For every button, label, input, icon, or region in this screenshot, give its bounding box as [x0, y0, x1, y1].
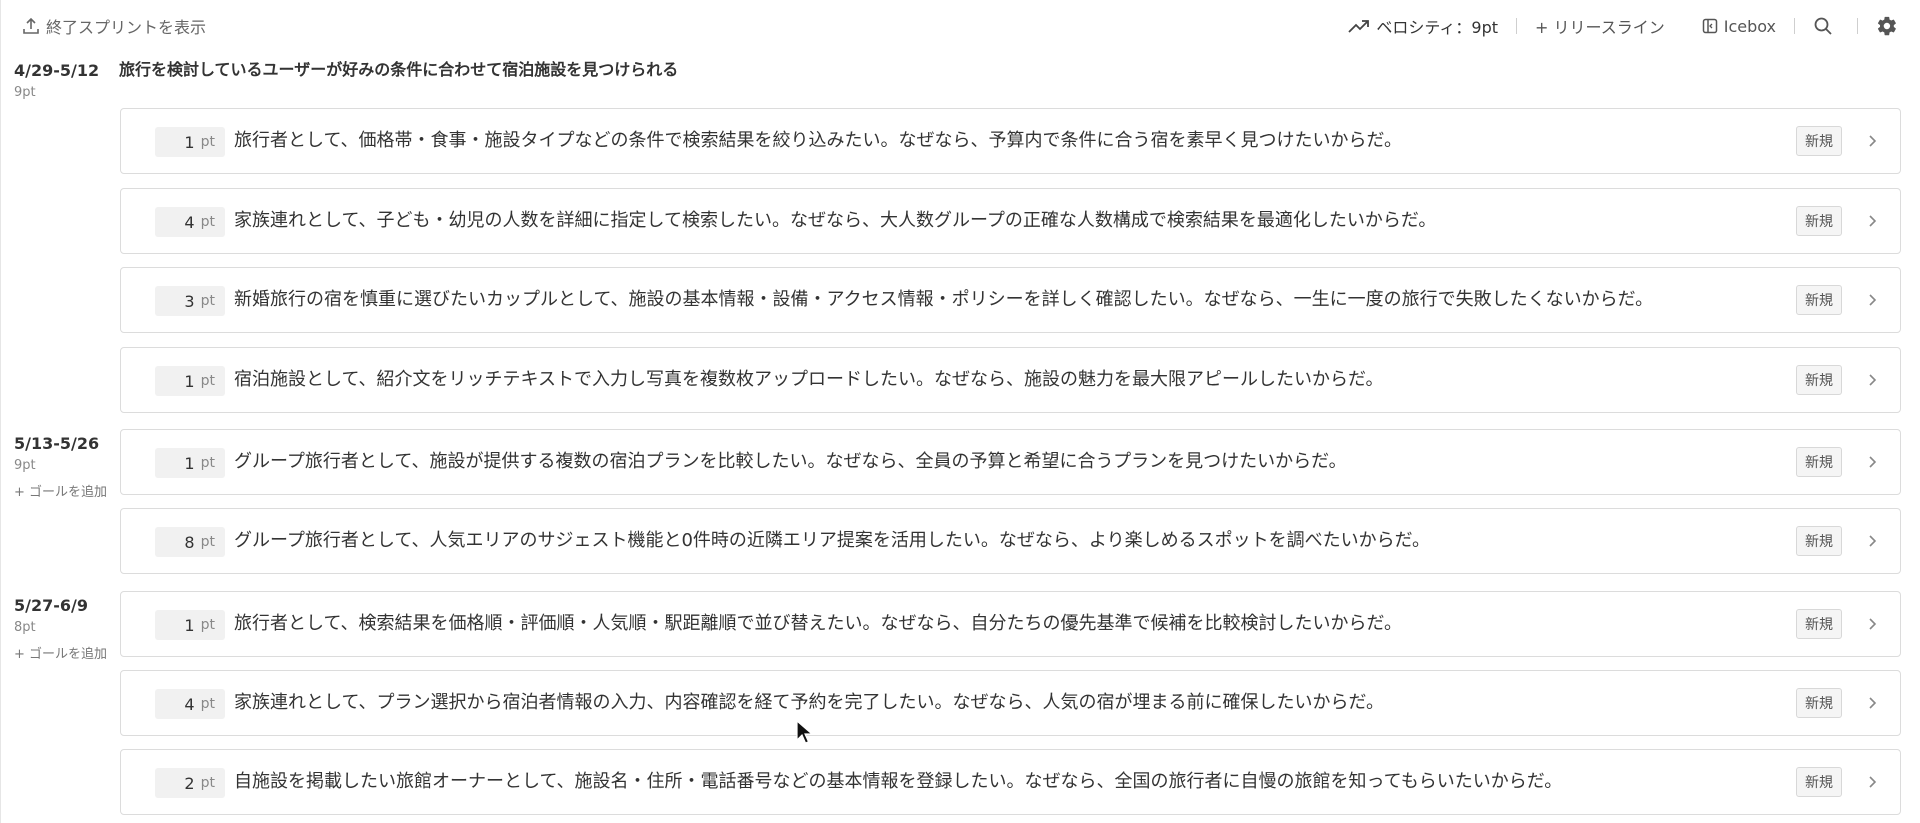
point-value: 4 — [184, 694, 195, 714]
sprint-dates: 5/13-5/26 — [14, 434, 100, 453]
point-value: 4 — [184, 212, 195, 232]
mouse-cursor-icon — [796, 720, 814, 744]
sprint-points: 8pt — [14, 620, 36, 635]
chevron-right-icon[interactable] — [1864, 213, 1880, 229]
story-card[interactable]: 1 pt グループ旅行者として、施設が提供する複数の宿泊プランを比較したい。なぜ… — [120, 429, 1901, 495]
top-bar: 終了スプリントを表示 ベロシティ：9pt + リリースライン Icebox — [0, 0, 1920, 52]
story-card[interactable]: 4 pt 家族連れとして、子ども・幼児の人数を詳細に指定して検索したい。なぜなら… — [120, 188, 1901, 254]
velocity-button[interactable]: ベロシティ：9pt — [1348, 14, 1498, 38]
story-text: 自施設を掲載したい旅館オーナーとして、施設名・住所・電話番号などの基本情報を登録… — [234, 771, 1563, 792]
story-text: 家族連れとして、子ども・幼児の人数を詳細に指定して検索したい。なぜなら、大人数グ… — [234, 210, 1437, 231]
point-badge[interactable]: 1 pt — [155, 610, 225, 640]
story-text: グループ旅行者として、施設が提供する複数の宿泊プランを比較したい。なぜなら、全員… — [234, 451, 1347, 472]
point-unit: pt — [200, 775, 215, 791]
story-text: 旅行者として、価格帯・食事・施設タイプなどの条件で検索結果を絞り込みたい。なぜな… — [234, 130, 1403, 151]
goal-title[interactable]: 旅行を検討しているユーザーが好みの条件に合わせて宿泊施設を見つけられる — [119, 58, 678, 82]
point-unit: pt — [200, 373, 215, 389]
sprint-points: 9pt — [14, 458, 36, 473]
story-card[interactable]: 4 pt 家族連れとして、プラン選択から宿泊者情報の入力、内容確認を経て予約を完… — [120, 670, 1901, 736]
divider — [1516, 18, 1518, 34]
status-badge[interactable]: 新規 — [1796, 688, 1842, 718]
point-value: 1 — [184, 132, 195, 152]
show-ended-label: 終了スプリントを表示 — [46, 18, 207, 37]
chevron-right-icon[interactable] — [1864, 616, 1880, 632]
status-badge[interactable]: 新規 — [1796, 767, 1842, 797]
left-border — [0, 0, 1, 823]
trend-up-icon — [1348, 20, 1370, 33]
status-badge[interactable]: 新規 — [1796, 126, 1842, 156]
search-button[interactable] — [1813, 16, 1839, 36]
point-badge[interactable]: 1 pt — [155, 448, 225, 478]
point-unit: pt — [200, 293, 215, 309]
divider — [1857, 18, 1858, 34]
chevron-right-icon[interactable] — [1864, 454, 1880, 470]
point-value: 1 — [184, 453, 195, 473]
story-card[interactable]: 1 pt 旅行者として、価格帯・食事・施設タイプなどの条件で検索結果を絞り込みた… — [120, 108, 1901, 174]
upload-icon — [23, 17, 39, 34]
chevron-right-icon[interactable] — [1864, 133, 1880, 149]
sprint-3: 5/27-6/9 8pt + ゴールを追加 — [14, 595, 107, 662]
chevron-right-icon[interactable] — [1864, 774, 1880, 790]
story-text: 新婚旅行の宿を慎重に選びたいカップルとして、施設の基本情報・設備・アクセス情報・… — [234, 289, 1654, 310]
status-badge[interactable]: 新規 — [1796, 526, 1842, 556]
point-badge[interactable]: 1 pt — [155, 127, 225, 157]
story-card[interactable]: 2 pt 自施設を掲載したい旅館オーナーとして、施設名・住所・電話番号などの基本… — [120, 749, 1901, 815]
show-ended-sprints-button[interactable]: 終了スプリントを表示 — [22, 14, 206, 38]
story-text: 宿泊施設として、紹介文をリッチテキストで入力し写真を複数枚アップロードしたい。な… — [234, 369, 1384, 390]
story-text: 旅行者として、検索結果を価格順・評価順・人気順・駅距離順で並び替えたい。なぜなら… — [234, 613, 1403, 634]
point-unit: pt — [200, 696, 215, 712]
story-card[interactable]: 8 pt グループ旅行者として、人気エリアのサジェスト機能と0件時の近隣エリア提… — [120, 508, 1901, 574]
point-unit: pt — [200, 534, 215, 550]
sprint-dates: 4/29-5/12 — [14, 61, 100, 80]
point-value: 3 — [184, 291, 195, 311]
point-unit: pt — [200, 214, 215, 230]
release-line-button[interactable]: + リリースライン — [1535, 14, 1665, 38]
status-badge[interactable]: 新規 — [1796, 365, 1842, 395]
divider — [1794, 18, 1795, 34]
point-value: 1 — [184, 371, 195, 391]
sprint-2: 5/13-5/26 9pt + ゴールを追加 — [14, 433, 107, 500]
sprint-dates: 5/27-6/9 — [14, 596, 88, 615]
point-badge[interactable]: 8 pt — [155, 527, 225, 557]
story-card[interactable]: 1 pt 旅行者として、検索結果を価格順・評価順・人気順・駅距離順で並び替えたい… — [120, 591, 1901, 657]
story-card[interactable]: 3 pt 新婚旅行の宿を慎重に選びたいカップルとして、施設の基本情報・設備・アク… — [120, 267, 1901, 333]
add-goal-button[interactable]: + ゴールを追加 — [14, 481, 107, 500]
point-unit: pt — [200, 455, 215, 471]
toolbar: ベロシティ：9pt + リリースライン Icebox — [1348, 12, 1920, 40]
chevron-right-icon[interactable] — [1864, 372, 1880, 388]
point-badge[interactable]: 4 pt — [155, 207, 225, 237]
point-badge[interactable]: 1 pt — [155, 366, 225, 396]
icebox-panel-icon — [1702, 18, 1717, 34]
point-value: 8 — [184, 532, 195, 552]
icebox-label: Icebox — [1723, 16, 1776, 36]
story-card[interactable]: 1 pt 宿泊施設として、紹介文をリッチテキストで入力し写真を複数枚アップロード… — [120, 347, 1901, 413]
gear-icon — [1877, 16, 1896, 36]
point-badge[interactable]: 2 pt — [155, 768, 225, 798]
status-badge[interactable]: 新規 — [1796, 206, 1842, 236]
point-badge[interactable]: 4 pt — [155, 689, 225, 719]
search-icon — [1814, 17, 1832, 35]
settings-button[interactable] — [1876, 15, 1904, 37]
point-unit: pt — [200, 617, 215, 633]
sprint-points: 9pt — [14, 85, 36, 100]
chevron-right-icon[interactable] — [1864, 292, 1880, 308]
sprint-1: 4/29-5/12 9pt — [14, 60, 99, 102]
point-value: 2 — [184, 773, 195, 793]
point-value: 1 — [184, 615, 195, 635]
chevron-right-icon[interactable] — [1864, 533, 1880, 549]
story-text: グループ旅行者として、人気エリアのサジェスト機能と0件時の近隣エリア提案を活用し… — [234, 530, 1431, 551]
point-badge[interactable]: 3 pt — [155, 286, 225, 316]
status-badge[interactable]: 新規 — [1796, 447, 1842, 477]
icebox-button[interactable]: Icebox — [1702, 17, 1776, 36]
velocity-label: ベロシティ：9pt — [1376, 18, 1499, 37]
status-badge[interactable]: 新規 — [1796, 609, 1842, 639]
release-line-label: + リリースライン — [1535, 18, 1665, 37]
status-badge[interactable]: 新規 — [1796, 285, 1842, 315]
point-unit: pt — [200, 134, 215, 150]
chevron-right-icon[interactable] — [1864, 695, 1880, 711]
add-goal-button[interactable]: + ゴールを追加 — [14, 643, 107, 662]
